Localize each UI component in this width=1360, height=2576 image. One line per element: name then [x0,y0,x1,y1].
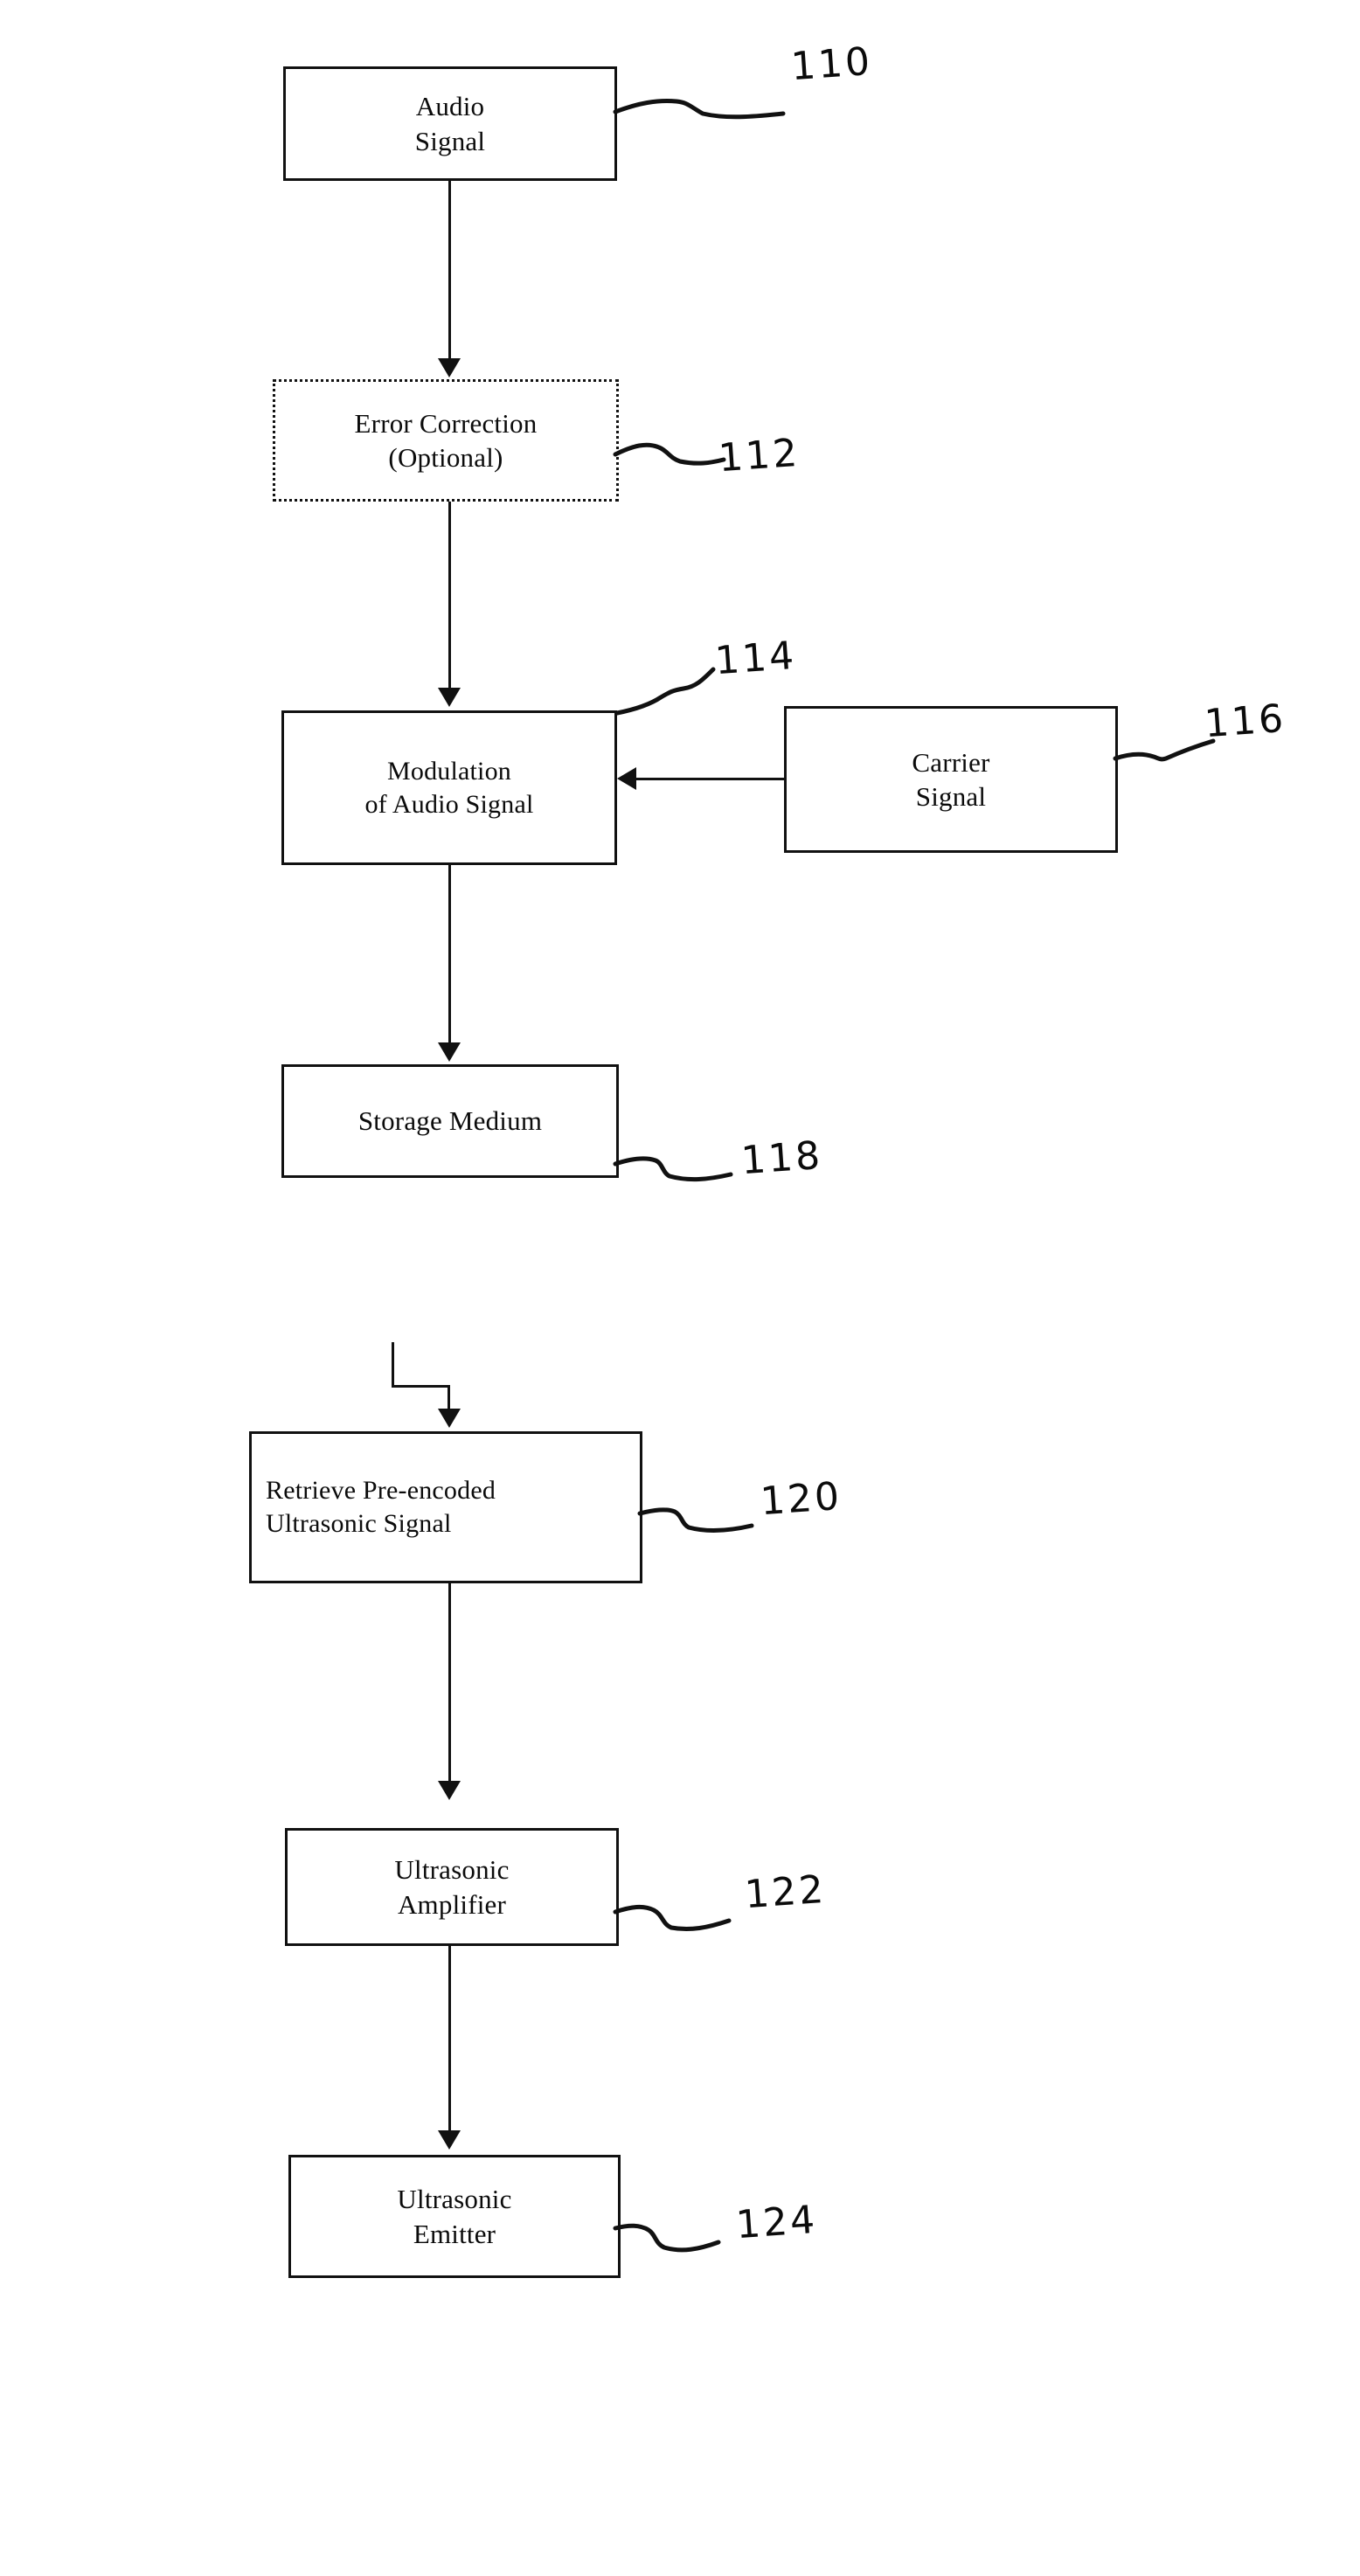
connector-stepped-segment-vertical-lower [448,1385,450,1409]
block-ultrasonic-amplifier-line-2: Amplifier [397,1888,507,1920]
block-audio-signal-line-1: Audio [415,91,485,122]
block-audio-signal: Audio Signal [283,66,617,181]
connector-audio-to-error [448,181,451,358]
block-modulation-line-2: of Audio Signal [364,789,534,819]
arrowhead-storage-to-retrieve [438,1409,461,1428]
ref-number-122: 122 [743,1866,828,1918]
arrowhead-modulation-to-storage [438,1042,461,1062]
block-modulation-line-1: Modulation [387,756,511,786]
ref-number-110: 110 [789,38,874,90]
block-ultrasonic-emitter-line-1: Ultrasonic [397,2184,512,2215]
arrowhead-carrier-to-modulation [617,767,636,790]
ref-number-114: 114 [713,633,798,684]
arrowhead-error-to-modulation [438,688,461,707]
connector-modulation-to-storage [448,865,451,1042]
block-retrieve-pre-encoded: Retrieve Pre-encoded Ultrasonic Signal [249,1431,642,1583]
connector-amplifier-to-emitter [448,1946,451,2130]
connector-error-to-modulation [448,502,451,688]
ref-number-124: 124 [734,2197,819,2248]
block-ultrasonic-amplifier-line-1: Ultrasonic [394,1854,510,1886]
connector-stepped-segment-horizontal [392,1385,450,1388]
block-carrier-signal-line-1: Carrier [912,746,990,778]
block-modulation: Modulation of Audio Signal [281,710,617,865]
arrowhead-audio-to-error [438,358,461,377]
block-error-correction-line-1: Error Correction [354,407,538,439]
ref-number-112: 112 [717,430,801,481]
block-carrier-signal: Carrier Signal [784,706,1118,853]
arrowhead-retrieve-to-amplifier [438,1781,461,1800]
arrowhead-amplifier-to-emitter [438,2130,461,2150]
block-ultrasonic-emitter-line-2: Emitter [413,2218,496,2249]
ref-number-120: 120 [759,1473,843,1525]
ref-number-118: 118 [739,1132,824,1184]
figure-canvas: Audio Signal 110 Error Correction (Optio… [0,0,1360,2576]
block-ultrasonic-emitter: Ultrasonic Emitter [288,2155,621,2278]
connector-retrieve-to-amplifier [448,1583,451,1781]
block-ultrasonic-amplifier: Ultrasonic Amplifier [285,1828,619,1946]
block-storage-medium: Storage Medium [281,1064,619,1178]
block-carrier-signal-line-2: Signal [915,781,987,812]
connector-carrier-to-modulation [636,778,787,780]
block-audio-signal-line-2: Signal [414,125,486,156]
block-error-correction-line-2: (Optional) [388,442,503,473]
connector-stepped-segment-vertical-upper [392,1342,394,1388]
block-retrieve-pre-encoded-line-1: Retrieve Pre-encoded [266,1476,496,1506]
block-storage-medium-line-1: Storage Medium [357,1105,543,1137]
ref-number-116: 116 [1203,696,1287,747]
block-retrieve-pre-encoded-line-2: Ultrasonic Signal [266,1509,452,1538]
block-error-correction: Error Correction (Optional) [273,379,619,502]
